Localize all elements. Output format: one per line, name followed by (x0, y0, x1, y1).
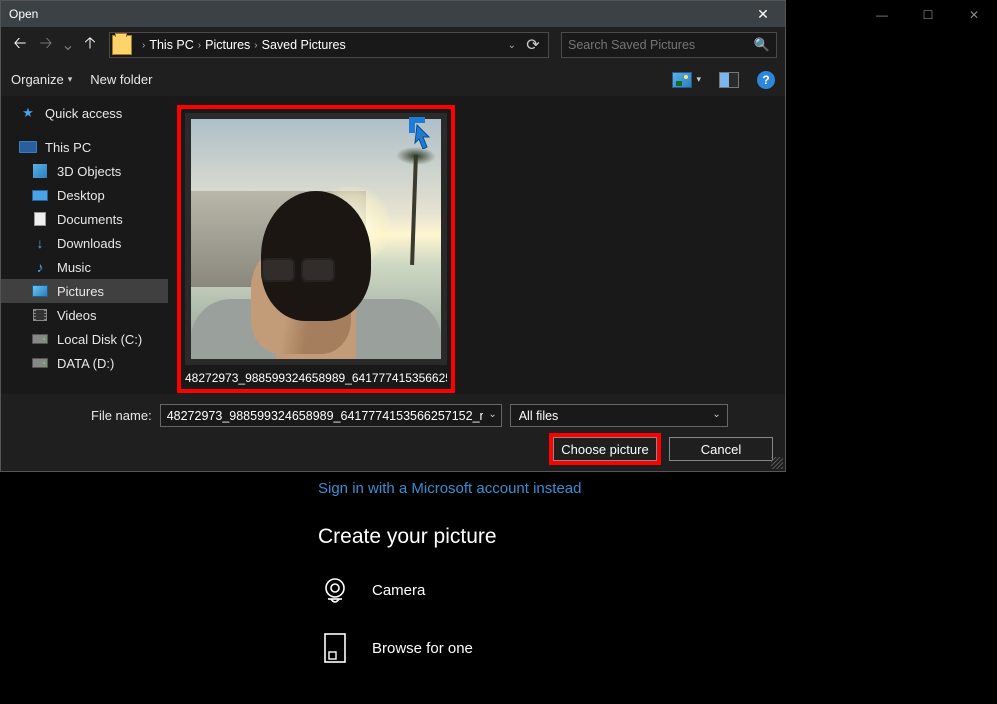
3d-icon (33, 164, 47, 178)
file-name-input[interactable] (167, 409, 483, 423)
tree-local-disk[interactable]: Local Disk (C:) (1, 327, 168, 351)
drive-icon (32, 334, 48, 344)
nav-forward-button[interactable]: 🡢 (35, 33, 57, 57)
file-name-combo[interactable]: ⌄ (160, 404, 502, 427)
camera-label: Camera (372, 582, 425, 599)
chevron-down-icon[interactable]: ⌄ (712, 409, 720, 420)
chevron-down-icon[interactable]: ⌄ (488, 409, 496, 420)
nav-tree: ★ Quick access This PC 3D Objects Deskto… (1, 97, 169, 394)
breadcrumb-sep: › (142, 40, 145, 51)
cancel-button[interactable]: Cancel (669, 437, 773, 461)
panel-icon (719, 72, 739, 88)
file-list[interactable]: 48272973_988599324658989_641777415356625… (169, 97, 785, 394)
file-item-selected[interactable]: 48272973_988599324658989_641777415356625… (177, 105, 455, 393)
help-button[interactable]: ? (757, 71, 775, 89)
dialog-titlebar: Open ✕ (1, 1, 785, 27)
breadcrumb-item-pictures[interactable]: Pictures (205, 38, 250, 52)
search-input[interactable] (568, 38, 754, 52)
file-type-value: All files (519, 409, 559, 423)
videos-icon (33, 309, 47, 321)
parent-close-button[interactable]: ✕ (951, 0, 997, 30)
search-box[interactable]: 🔍 (561, 32, 777, 58)
dialog-body: ★ Quick access This PC 3D Objects Deskto… (1, 97, 785, 394)
breadcrumb-sep: › (254, 40, 257, 51)
desktop-icon (32, 190, 48, 201)
tree-label: 3D Objects (57, 164, 121, 179)
pictures-icon (32, 285, 48, 297)
tree-quick-access[interactable]: ★ Quick access (1, 101, 168, 125)
view-button[interactable]: ▾ (672, 72, 701, 88)
tree-label: Downloads (57, 236, 121, 251)
tree-label: Pictures (57, 284, 104, 299)
document-icon (34, 212, 46, 226)
snip-cursor-icon (409, 117, 443, 149)
file-type-combo[interactable]: All files ⌄ (510, 404, 728, 427)
tree-desktop[interactable]: Desktop (1, 183, 168, 207)
tree-this-pc[interactable]: This PC (1, 135, 168, 159)
new-folder-button[interactable]: New folder (90, 72, 152, 87)
camera-option[interactable]: Camera (318, 575, 878, 605)
breadcrumb-history-dropdown[interactable]: ⌄ (508, 40, 516, 51)
chevron-down-icon: ▾ (68, 74, 73, 85)
nav-up-button[interactable]: 🡡 (79, 33, 101, 57)
thumbnail-frame (185, 113, 447, 365)
tree-label: Local Disk (C:) (57, 332, 142, 347)
signin-link[interactable]: Sign in with a Microsoft account instead (318, 480, 878, 497)
star-icon: ★ (19, 106, 37, 120)
tree-data-d[interactable]: DATA (D:) (1, 351, 168, 375)
breadcrumb[interactable]: › This PC › Pictures › Saved Pictures ⌄ … (109, 32, 549, 58)
pc-icon (19, 141, 37, 153)
preview-pane-button[interactable] (719, 72, 739, 88)
nav-back-button[interactable]: 🡠 (9, 33, 31, 57)
browse-option[interactable]: Browse for one (318, 631, 878, 665)
tree-label: Desktop (57, 188, 105, 203)
parent-minimize-button[interactable]: — (859, 0, 905, 30)
tree-documents[interactable]: Documents (1, 207, 168, 231)
tree-label: Music (57, 260, 91, 275)
browse-icon (318, 631, 352, 665)
dialog-title: Open (9, 7, 38, 21)
tree-label: Videos (57, 308, 97, 323)
tree-label: Documents (57, 212, 123, 227)
browse-label: Browse for one (372, 640, 473, 657)
choose-picture-button[interactable]: Choose picture (553, 437, 657, 461)
tree-videos[interactable]: Videos (1, 303, 168, 327)
settings-heading: Create your picture (318, 525, 878, 549)
settings-panel: Sign in with a Microsoft account instead… (318, 470, 878, 691)
tree-downloads[interactable]: ↓ Downloads (1, 231, 168, 255)
tree-3d-objects[interactable]: 3D Objects (1, 159, 168, 183)
camera-icon (318, 575, 352, 605)
resize-grip[interactable] (771, 457, 783, 469)
refresh-button[interactable]: ⟳ (522, 34, 544, 56)
folder-icon (112, 35, 132, 55)
drive-icon (32, 358, 48, 368)
tree-label: DATA (D:) (57, 356, 114, 371)
help-icon: ? (757, 71, 775, 89)
breadcrumb-sep: › (198, 40, 201, 51)
dialog-bottom: File name: ⌄ All files ⌄ Choose picture … (1, 394, 785, 471)
chevron-down-icon: ▾ (696, 74, 701, 85)
parent-maximize-button[interactable]: ☐ (905, 0, 951, 30)
file-name-label: File name: (91, 408, 152, 423)
dialog-close-button[interactable]: ✕ (741, 1, 785, 27)
toolbar: Organize ▾ New folder ▾ ? (1, 63, 785, 97)
open-file-dialog: Open ✕ 🡠 🡢 ⌄ 🡡 › This PC › Pictures › Sa… (0, 0, 786, 472)
tree-label: This PC (45, 140, 91, 155)
music-icon: ♪ (31, 260, 49, 274)
tree-music[interactable]: ♪ Music (1, 255, 168, 279)
breadcrumb-item-thispc[interactable]: This PC (149, 38, 193, 52)
image-thumbnail (191, 119, 441, 359)
organize-label: Organize (11, 72, 64, 87)
nav-row: 🡠 🡢 ⌄ 🡡 › This PC › Pictures › Saved Pic… (1, 27, 785, 63)
nav-recent-dropdown[interactable]: ⌄ (61, 33, 75, 57)
tree-label: Quick access (45, 106, 122, 121)
organize-button[interactable]: Organize ▾ (11, 72, 72, 87)
search-icon: 🔍 (754, 37, 770, 53)
picture-icon (672, 72, 692, 88)
file-name-label: 48272973_988599324658989_641777415356625… (185, 371, 447, 385)
download-icon: ↓ (31, 236, 49, 250)
tree-pictures[interactable]: Pictures (1, 279, 168, 303)
breadcrumb-item-saved[interactable]: Saved Pictures (262, 38, 346, 52)
